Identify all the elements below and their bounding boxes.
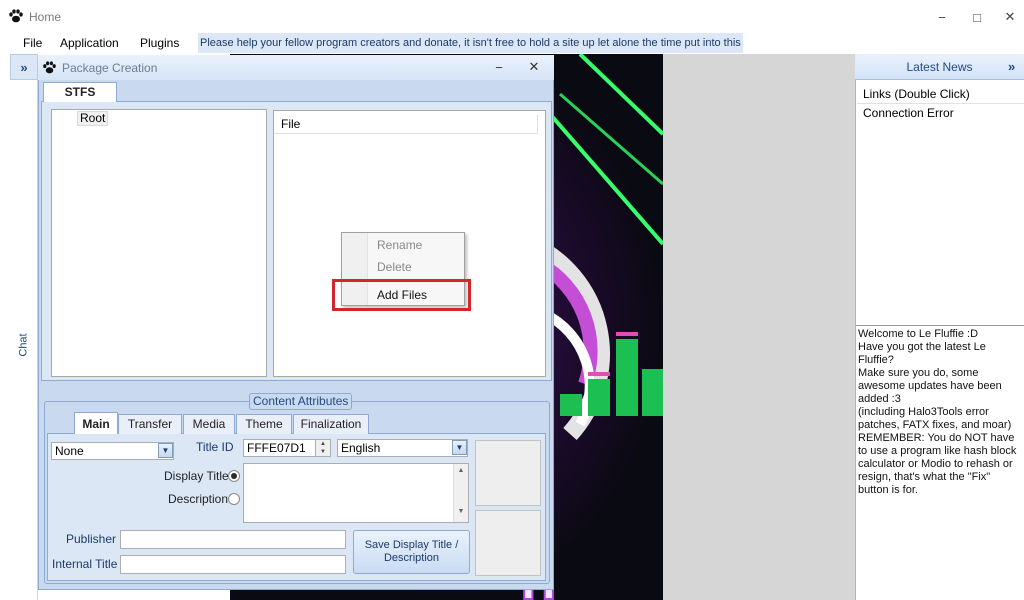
news-links-header[interactable]: Links (Double Click): [857, 84, 1024, 104]
chat-expand-button[interactable]: »: [10, 54, 38, 80]
content-attributes-title: Content Attributes: [249, 393, 353, 410]
menu-file[interactable]: File: [23, 33, 42, 53]
menu-plugins[interactable]: Plugins: [140, 33, 179, 53]
window-title: Home: [29, 10, 62, 24]
menu-application[interactable]: Application: [60, 33, 119, 53]
maximize-button[interactable]: □: [966, 8, 988, 26]
publisher-input[interactable]: [120, 530, 346, 549]
tab-transfer[interactable]: Transfer: [118, 414, 182, 434]
tab-main[interactable]: Main: [74, 412, 118, 434]
chat-tab[interactable]: Chat: [10, 330, 38, 360]
context-delete[interactable]: Delete: [377, 260, 412, 274]
content-type-select[interactable]: None: [51, 442, 174, 460]
package-close-button[interactable]: ✕: [525, 58, 543, 76]
description-radio[interactable]: [228, 493, 240, 505]
chat-label: Chat: [18, 333, 30, 357]
minimize-button[interactable]: −: [931, 8, 953, 26]
tab-theme[interactable]: Theme: [236, 414, 292, 434]
file-column-header[interactable]: File: [274, 115, 538, 134]
package-minimize-button[interactable]: −: [490, 58, 508, 76]
chevron-down-icon[interactable]: ▼: [452, 440, 467, 455]
highlight-box: [332, 279, 471, 311]
publisher-label: Publisher: [66, 532, 117, 546]
internal-title-label: Internal Title: [52, 557, 118, 571]
save-display-title-button[interactable]: Save Display Title / Description: [353, 530, 470, 574]
paw-icon: [43, 61, 56, 74]
news-message: Welcome to Le Fluffie :D Have you got th…: [856, 325, 1024, 600]
package-title: Package Creation: [62, 61, 158, 75]
language-value: English: [341, 441, 381, 455]
internal-title-input[interactable]: [120, 555, 346, 574]
close-button[interactable]: ✕: [999, 8, 1021, 26]
chat-panel: [10, 54, 38, 600]
folder-tree[interactable]: [51, 109, 267, 377]
title-id-label: Title ID: [196, 440, 234, 454]
display-title-radio[interactable]: [228, 470, 240, 482]
tab-finalization[interactable]: Finalization: [293, 414, 369, 434]
empty-workspace: [663, 54, 855, 600]
news-links-status: Connection Error: [863, 106, 954, 120]
content-type-value: None: [55, 444, 84, 458]
tab-stfs[interactable]: STFS: [43, 82, 117, 102]
display-title-textarea[interactable]: [243, 463, 469, 523]
window-titlebar: [0, 0, 1024, 32]
donate-banner[interactable]: Please help your fellow program creators…: [198, 33, 743, 53]
package-image-preview[interactable]: [475, 510, 541, 576]
news-header: Latest News: [855, 54, 1024, 80]
tab-media[interactable]: Media: [183, 414, 235, 434]
paw-icon: [9, 9, 23, 23]
news-expand-button[interactable]: »: [1008, 54, 1024, 80]
title-id-value: FFFE07D1: [247, 441, 306, 455]
title-image-preview[interactable]: [475, 440, 541, 506]
language-select[interactable]: English: [337, 439, 468, 457]
context-rename[interactable]: Rename: [377, 238, 422, 252]
display-title-label: Display Title: [164, 469, 229, 483]
chevron-down-icon[interactable]: ▼: [158, 443, 173, 458]
tree-node-root[interactable]: Root: [77, 111, 109, 126]
title-id-stepper[interactable]: ▲ ▼: [315, 440, 330, 456]
textarea-scrollbar[interactable]: ▲ ▼: [453, 464, 468, 522]
description-label: Description: [168, 492, 229, 506]
